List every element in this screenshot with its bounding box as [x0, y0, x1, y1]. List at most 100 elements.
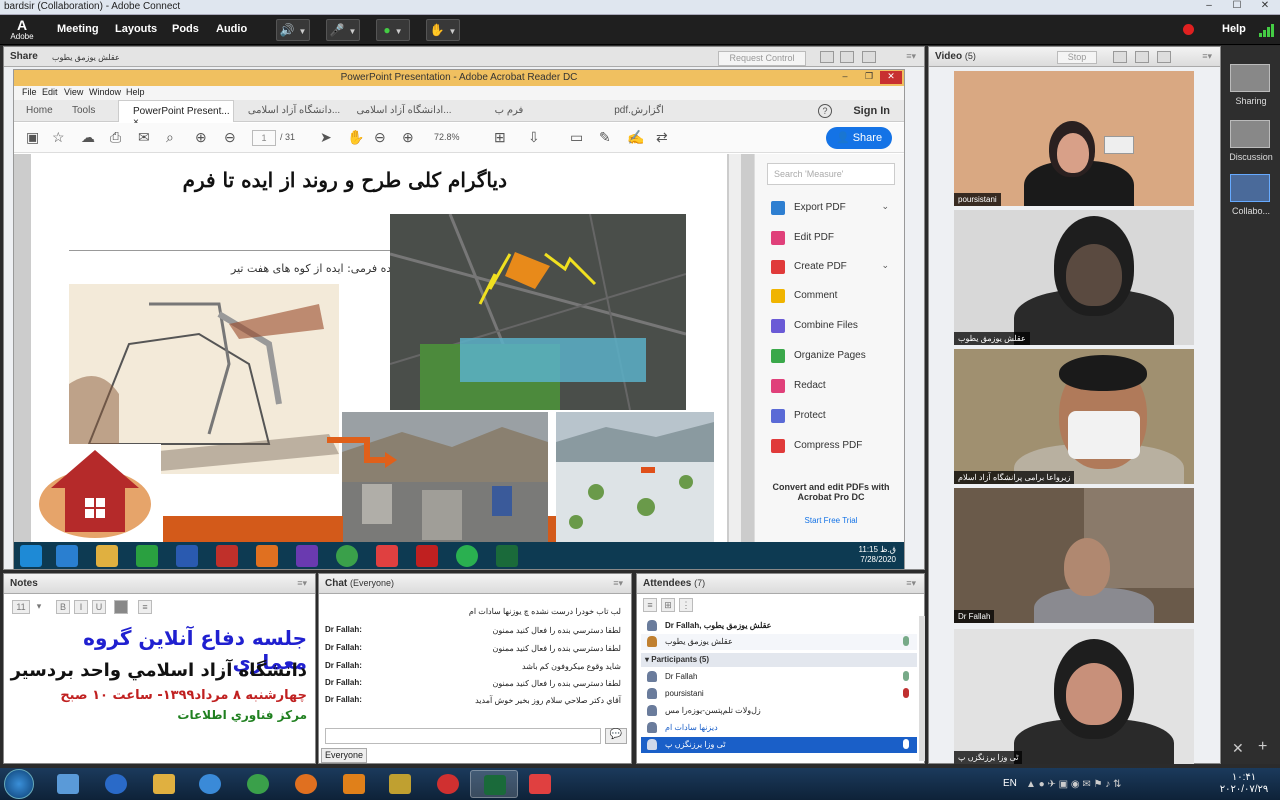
acrobat-share-button[interactable]: 👤 Share: [826, 127, 892, 149]
notes-pod-menu-icon[interactable]: ≡▾: [297, 578, 307, 589]
tab-powerpoint[interactable]: PowerPoint Present... ×: [118, 100, 234, 128]
tool-create-pdf[interactable]: Create PDF ⌄: [771, 258, 901, 278]
print-icon[interactable]: ⎙: [110, 130, 121, 144]
store-icon[interactable]: [136, 545, 158, 567]
hosts-header-row[interactable]: Dr Fallah, عقلش یوزمق یطوب: [641, 618, 917, 634]
zoom-search-icon[interactable]: ⌕: [166, 130, 174, 144]
layout-discussion-thumb[interactable]: [1230, 120, 1270, 148]
add-layout-icon[interactable]: +: [1258, 738, 1267, 756]
free-trial-link[interactable]: Start Free Trial: [765, 516, 897, 525]
participant-row[interactable]: poursistani: [641, 686, 917, 702]
menu-audio[interactable]: Audio: [216, 23, 247, 35]
video-feed-dr-fallah[interactable]: Dr Fallah: [954, 488, 1194, 623]
share-link-icon[interactable]: ⇄: [656, 130, 668, 144]
send-message-button[interactable]: 💬: [605, 728, 627, 744]
cloud-upload-icon[interactable]: ☁: [81, 130, 95, 144]
acrobat-maximize[interactable]: ❐: [858, 71, 880, 84]
taskbar-app[interactable]: [424, 770, 472, 798]
tool-compress-pdf[interactable]: Compress PDF: [771, 437, 901, 457]
save-icon[interactable]: ▣: [26, 130, 39, 144]
fit-page-icon[interactable]: [840, 51, 854, 63]
stop-video-button[interactable]: Stop: [1057, 51, 1097, 64]
share-pod-menu-icon[interactable]: ≡▾: [906, 51, 916, 62]
menu-meeting[interactable]: Meeting: [57, 23, 99, 35]
font-size-chevron-icon[interactable]: ▾: [32, 600, 46, 614]
chat-input[interactable]: [325, 728, 601, 744]
document-viewport[interactable]: دیاگرام کلی طرح و روند از ایده تا فرم ای…: [14, 154, 754, 542]
taskbar-app[interactable]: [44, 770, 92, 798]
menu-layouts[interactable]: Layouts: [115, 23, 157, 35]
word-icon[interactable]: [176, 545, 198, 567]
acrobat-minimize[interactable]: –: [834, 71, 856, 84]
menu-pods[interactable]: Pods: [172, 23, 199, 35]
tab-doc-2[interactable]: دانشگاه آزاد اسلامی...: [244, 100, 344, 122]
system-clock[interactable]: ۱۰:۴۱ ۲۰۲۰/۰۷/۲۹: [1212, 772, 1276, 796]
pdf-reader-icon[interactable]: [416, 545, 438, 567]
zoom-out-icon[interactable]: ⊖: [374, 130, 386, 144]
ie-icon[interactable]: [56, 545, 78, 567]
system-tray-icons[interactable]: ▲ ● ✈ ▣ ◉ ✉ ⚑ ♪ ⇅: [1026, 779, 1186, 790]
taskbar-app[interactable]: [282, 770, 330, 798]
windows-start-icon[interactable]: [20, 545, 42, 567]
fit-page-tool-icon[interactable]: ⊞: [494, 130, 506, 144]
chevron-down-icon[interactable]: ⌄: [881, 260, 889, 271]
bookmark-star-icon[interactable]: ☆: [52, 130, 65, 144]
host-row[interactable]: عقلش یوزمق یطوب: [641, 634, 917, 650]
firefox-icon[interactable]: [256, 545, 278, 567]
tool-export-pdf[interactable]: Export PDF ⌄: [771, 199, 901, 219]
status-view-icon[interactable]: ⊞: [661, 598, 675, 612]
taskbar-app[interactable]: [186, 770, 234, 798]
chat-pod-menu-icon[interactable]: ≡▾: [613, 578, 623, 589]
participant-row-selected[interactable]: ٹی وزا یرزنگزں پ: [641, 737, 917, 753]
zoom-in-icon[interactable]: ⊕: [402, 130, 414, 144]
page-number-input[interactable]: 1: [252, 130, 276, 146]
participant-row[interactable]: دیزنها سادات ام: [641, 720, 917, 736]
taskbar-app[interactable]: [140, 770, 188, 798]
maximize-button[interactable]: ☐: [1224, 0, 1250, 15]
anydesk-icon[interactable]: [376, 545, 398, 567]
text-color-icon[interactable]: [114, 600, 128, 614]
hand-tool-icon[interactable]: ✋: [347, 130, 364, 144]
bullet-list-icon[interactable]: ≡: [138, 600, 152, 614]
breakout-icon[interactable]: ⋮: [679, 598, 693, 612]
chat-recipient-select[interactable]: Everyone: [321, 748, 367, 763]
tab-doc-4[interactable]: فرم ب: [474, 100, 544, 122]
participants-section-header[interactable]: ▾ Participants (5): [641, 653, 917, 667]
video-feed-5[interactable]: ٹی وزا یرزنگزں پ: [954, 629, 1194, 764]
file-explorer-icon[interactable]: [96, 545, 118, 567]
participant-row[interactable]: Dr Fallah: [641, 669, 917, 685]
sign-in-link[interactable]: Sign In: [853, 105, 890, 117]
layout-sharing-label[interactable]: Sharing: [1223, 96, 1279, 106]
acrobat-menu-view[interactable]: View: [64, 87, 83, 97]
acrobat-menu-edit[interactable]: Edit: [42, 87, 58, 97]
whatsapp-icon[interactable]: [456, 545, 478, 567]
video-feed-poursistani[interactable]: poursistani: [954, 71, 1194, 206]
taskbar-app[interactable]: [376, 770, 424, 798]
layout-collaboration-label[interactable]: Collabo...: [1223, 206, 1279, 216]
microphone-button[interactable]: 🎤 ▼: [326, 19, 360, 41]
acrobat-close[interactable]: ✕: [880, 71, 902, 84]
list-view-icon[interactable]: ≡: [643, 598, 657, 612]
input-language[interactable]: EN: [1003, 778, 1017, 789]
email-icon[interactable]: ✉: [138, 130, 150, 144]
video-pod-menu-icon[interactable]: ≡▾: [1202, 51, 1212, 62]
tool-combine-files[interactable]: Combine Files: [771, 317, 901, 337]
grid-view-icon[interactable]: [1113, 51, 1127, 63]
tool-comment[interactable]: Comment: [771, 287, 901, 307]
tool-protect[interactable]: Protect: [771, 407, 901, 427]
participant-row[interactable]: زل‌ولات تلم‌پتسن-یو‌زه‌را مس: [641, 703, 917, 719]
tool-redact[interactable]: Redact: [771, 377, 901, 397]
attendees-scrollbar[interactable]: [919, 616, 925, 761]
acrobat-app-icon[interactable]: [216, 545, 238, 567]
layout-discussion-label[interactable]: Discussion: [1223, 152, 1279, 162]
attendees-pod-menu-icon[interactable]: ≡▾: [906, 578, 916, 589]
page-down-icon[interactable]: ⊖: [224, 130, 236, 144]
request-control-button[interactable]: Request Control: [718, 51, 806, 66]
layout-sharing-thumb[interactable]: [1230, 64, 1270, 92]
bold-icon[interactable]: B: [56, 600, 70, 614]
acrobat-menu-help[interactable]: Help: [126, 87, 145, 97]
document-scrollbar[interactable]: [729, 154, 741, 542]
filmstrip-view-icon[interactable]: [1135, 51, 1149, 63]
layout-collaboration-thumb[interactable]: [1230, 174, 1270, 202]
help-menu[interactable]: Help: [1222, 23, 1246, 35]
